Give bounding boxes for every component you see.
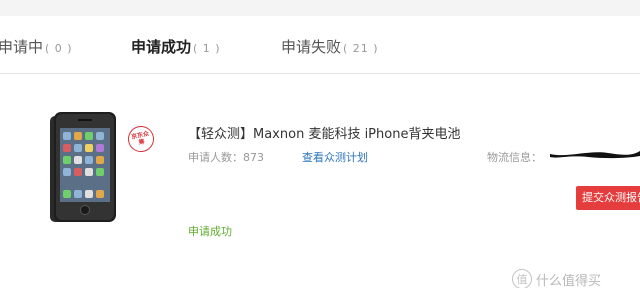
jd-crowdfunding-badge: 京东众筹 (125, 123, 157, 155)
smzdm-logo-icon: 值 (512, 269, 532, 288)
tab-label: 申请成功 (131, 38, 192, 56)
watermark-text: 什么值得买 (536, 273, 602, 288)
view-plan-link[interactable]: 查看众测计划 (302, 149, 368, 165)
tab-count: ( 21 ) (343, 42, 379, 55)
tab-success[interactable]: 申请成功( 1 ) (131, 36, 221, 57)
applicant-count: 申请人数：873 (188, 151, 264, 164)
submit-report-button[interactable]: 提交众测报告 (576, 186, 640, 210)
tab-failed[interactable]: 申请失败( 21 ) (281, 36, 379, 57)
tab-label: 申请失败 (281, 38, 342, 56)
logistics-label: 物流信息： (487, 151, 542, 164)
site-watermark: 值 什么值得买 (512, 269, 601, 288)
badge-text: 京东众筹 (130, 130, 150, 147)
redacted-logistics-info (550, 151, 640, 159)
status-tabs: 申请中( 0 ) 申请成功( 1 ) 申请失败( 21 ) (0, 16, 640, 74)
product-image[interactable] (48, 112, 120, 226)
tab-label: 申请中 (0, 38, 44, 56)
tab-applying[interactable]: 申请中( 0 ) (0, 36, 73, 57)
product-title[interactable]: 【轻众测】Maxnon 麦能科技 iPhone背夹电池 (188, 123, 460, 142)
tab-count: ( 0 ) (45, 42, 73, 55)
tab-count: ( 1 ) (193, 42, 221, 55)
applications-panel: 申请中( 0 ) 申请成功( 1 ) 申请失败( 21 ) 京东众筹 【轻众测】… (0, 16, 640, 288)
application-status: 申请成功 (188, 225, 232, 238)
